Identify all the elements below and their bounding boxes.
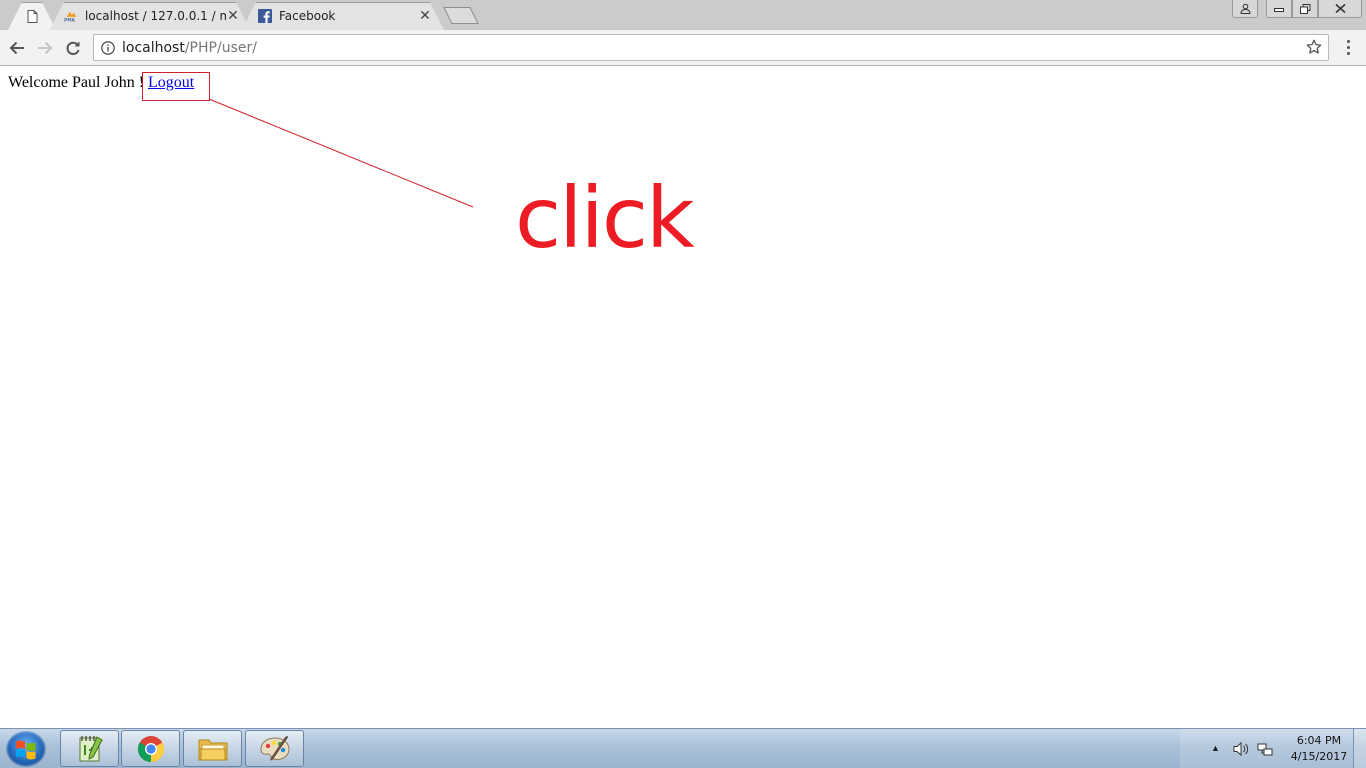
clock-date: 4/15/2017 <box>1290 750 1348 763</box>
tab-title: localhost / 127.0.0.1 / my <box>85 9 226 23</box>
phpmyadmin-icon: PMA <box>64 9 78 23</box>
windows-logo-icon <box>16 740 36 760</box>
restore-button[interactable] <box>1292 0 1318 18</box>
svg-text:PMA: PMA <box>64 18 76 23</box>
forward-button[interactable] <box>34 37 56 59</box>
windows-taskbar: ▲ 6:04 PM 4/15/2017 <box>0 728 1366 768</box>
start-button[interactable] <box>6 731 46 767</box>
network-icon[interactable] <box>1257 741 1273 757</box>
tab-title: Facebook <box>279 9 336 23</box>
user-profile-icon[interactable] <box>1232 0 1258 18</box>
paint-palette-icon <box>259 735 290 761</box>
minimize-button[interactable] <box>1266 0 1292 18</box>
tab-phpmyadmin[interactable]: PMA localhost / 127.0.0.1 / my ✕ <box>50 2 250 30</box>
taskbar-file-explorer[interactable] <box>183 730 242 767</box>
url-path: /PHP/user/ <box>184 39 257 56</box>
volume-icon[interactable] <box>1233 741 1249 757</box>
close-window-button[interactable] <box>1318 0 1362 18</box>
tab-blank-page[interactable] <box>8 2 56 30</box>
annotation-pointer-line <box>208 98 474 208</box>
new-tab-button[interactable] <box>443 7 479 24</box>
window-controls <box>1232 0 1362 20</box>
url-host: localhost <box>122 39 185 56</box>
annotation-click-text: click <box>515 169 695 267</box>
reload-button[interactable] <box>62 37 84 59</box>
notepadpp-icon <box>79 735 103 761</box>
browser-toolbar: localhost/PHP/user/ <box>0 30 1366 66</box>
taskbar-paint[interactable] <box>245 730 304 767</box>
chrome-icon <box>137 735 164 762</box>
welcome-text: Welcome Paul John ! <box>8 74 145 91</box>
clock-time: 6:04 PM <box>1296 734 1342 747</box>
taskbar-notepadpp[interactable] <box>60 730 119 767</box>
annotation-highlight-box <box>142 72 210 101</box>
info-icon[interactable] <box>101 40 115 55</box>
facebook-icon <box>258 9 272 23</box>
show-desktop-button[interactable] <box>1353 729 1366 768</box>
folder-icon <box>198 739 227 760</box>
show-hidden-icons-icon[interactable]: ▲ <box>1211 743 1220 753</box>
back-button[interactable] <box>6 37 28 59</box>
page-icon <box>25 9 39 23</box>
browser-menu-icon[interactable] <box>1340 37 1356 57</box>
bookmark-star-icon[interactable] <box>1306 39 1322 55</box>
tab-facebook[interactable]: Facebook ✕ <box>242 2 444 30</box>
tab-close-icon[interactable]: ✕ <box>418 9 432 23</box>
taskbar-chrome[interactable] <box>121 730 180 767</box>
tab-close-icon[interactable]: ✕ <box>226 9 240 23</box>
page-content: Welcome Paul John ! Logout click <box>0 67 1366 728</box>
address-bar[interactable]: localhost/PHP/user/ <box>93 34 1329 61</box>
tab-strip: PMA localhost / 127.0.0.1 / my ✕ Faceboo… <box>0 0 1366 30</box>
system-clock[interactable]: 6:04 PM 4/15/2017 <box>1284 733 1354 765</box>
